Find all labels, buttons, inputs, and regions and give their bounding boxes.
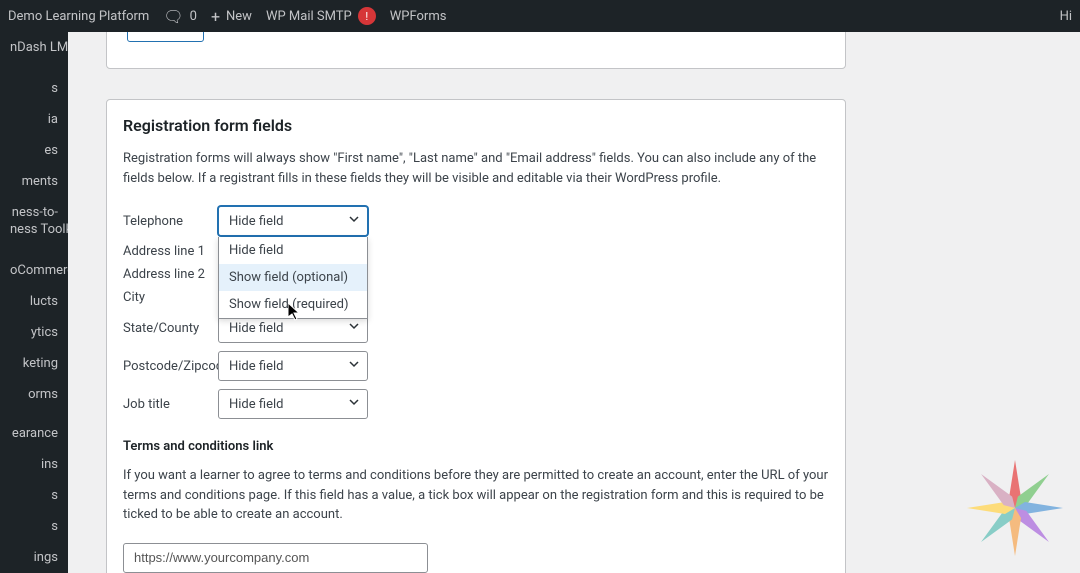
sidebar-item[interactable]: s — [0, 480, 68, 511]
terms-description: If you want a learner to agree to terms … — [123, 466, 829, 525]
user-greeting[interactable]: Hi — [1060, 9, 1072, 24]
wp-admin-bar: Demo Learning Platform 🗨 0 + New WP Mail… — [0, 0, 1080, 32]
telephone-dropdown: Hide field Show field (optional) Show fi… — [218, 237, 368, 319]
terms-url-input[interactable] — [123, 543, 428, 573]
field-row-jobtitle: Job title Hide field — [123, 389, 829, 419]
sidebar-item[interactable]: ia — [0, 104, 68, 135]
comments-link[interactable]: 🗨 0 — [163, 7, 197, 26]
postcode-select[interactable]: Hide field — [218, 351, 368, 381]
adminbar-left: Demo Learning Platform 🗨 0 + New WP Mail… — [8, 7, 446, 26]
site-link[interactable]: Demo Learning Platform — [8, 9, 149, 24]
sidebar-item[interactable]: keting — [0, 348, 68, 379]
sidebar-item[interactable]: ments — [0, 166, 68, 197]
plus-icon: + — [211, 7, 220, 26]
telephone-select[interactable]: Hide field — [218, 206, 368, 236]
sidebar-item[interactable]: ness-to-ness Toolkit — [0, 197, 68, 247]
sidebar-item[interactable]: earance — [0, 418, 68, 449]
field-label: Address line 1 — [123, 244, 218, 259]
field-label: Telephone — [123, 214, 218, 229]
select-value: Hide field — [229, 321, 283, 336]
new-content-link[interactable]: + New — [211, 7, 252, 26]
main-content: Add new Registration form fields Registr… — [68, 32, 1080, 573]
hi-label: Hi — [1060, 9, 1072, 24]
panel-top: Add new — [106, 32, 846, 69]
smtp-warning-badge: ! — [358, 7, 376, 25]
sidebar-item[interactable]: ytics — [0, 317, 68, 348]
select-value: Hide field — [229, 214, 283, 229]
field-label: State/County — [123, 321, 218, 336]
field-label: Address line 2 — [123, 267, 218, 282]
sidebar-item[interactable]: s — [0, 511, 68, 542]
field-row-telephone: Telephone Hide field Hide field Show fie… — [123, 206, 829, 236]
chevron-down-icon — [348, 396, 360, 412]
select-value: Hide field — [229, 397, 283, 412]
select-value: Hide field — [229, 359, 283, 374]
chevron-down-icon — [348, 213, 360, 229]
wp-mail-smtp-link[interactable]: WP Mail SMTP ! — [266, 7, 376, 25]
chevron-down-icon — [348, 320, 360, 336]
section-description: Registration forms will always show "Fir… — [123, 149, 829, 188]
sidebar-item[interactable]: ins — [0, 449, 68, 480]
admin-sidebar: nDash LMS s ia es ments ness-to-ness Too… — [0, 32, 68, 573]
chevron-down-icon — [348, 358, 360, 374]
wp-mail-smtp-label: WP Mail SMTP — [266, 9, 352, 24]
field-label: Postcode/Zipcode — [123, 359, 218, 374]
sidebar-item[interactable]: lucts — [0, 286, 68, 317]
wpforms-label: WPForms — [390, 9, 447, 24]
site-name: Demo Learning Platform — [8, 9, 149, 24]
sidebar-item[interactable]: oCommerce — [0, 255, 68, 286]
sidebar-item[interactable]: ings — [0, 542, 68, 573]
sidebar-item[interactable]: orms — [0, 379, 68, 410]
sidebar-item[interactable]: nDash LMS — [0, 32, 68, 63]
sidebar-item[interactable]: es — [0, 135, 68, 166]
sidebar-item[interactable]: s — [0, 73, 68, 104]
field-label: City — [123, 290, 218, 305]
jobtitle-select[interactable]: Hide field — [218, 389, 368, 419]
wpforms-link[interactable]: WPForms — [390, 9, 447, 24]
comment-icon: 🗨 — [163, 7, 183, 26]
dropdown-option-optional[interactable]: Show field (optional) — [219, 264, 367, 291]
dropdown-option-hide[interactable]: Hide field — [219, 237, 367, 264]
add-new-button[interactable]: Add new — [127, 32, 204, 42]
field-label: Job title — [123, 397, 218, 412]
terms-heading: Terms and conditions link — [123, 439, 829, 454]
section-title: Registration form fields — [123, 116, 829, 135]
comment-count: 0 — [190, 9, 197, 24]
field-row-postcode: Postcode/Zipcode Hide field — [123, 351, 829, 381]
new-label: New — [226, 9, 252, 24]
registration-panel: Registration form fields Registration fo… — [106, 99, 846, 573]
dropdown-option-required[interactable]: Show field (required) — [219, 291, 367, 318]
